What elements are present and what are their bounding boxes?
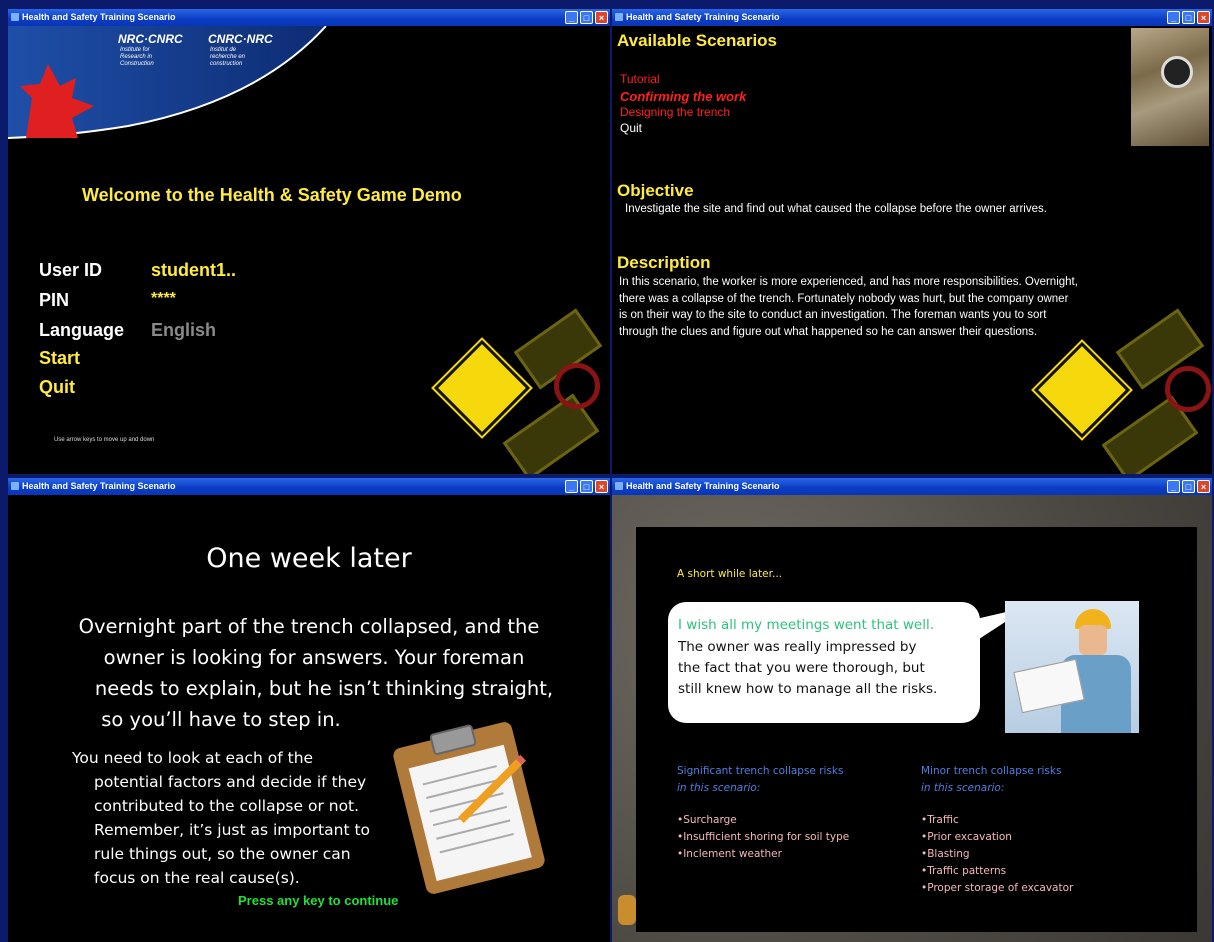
story-window: Health and Safety Training Scenario _ □ … — [8, 478, 610, 942]
start-button[interactable]: Start — [39, 348, 80, 369]
app-icon — [11, 13, 19, 21]
window-title: Health and Safety Training Scenario — [626, 12, 780, 22]
language-label: Language — [39, 320, 125, 340]
user-id-label: User ID — [39, 260, 103, 280]
story-title: One week later — [206, 543, 412, 574]
objective-text: Investigate the site and find out what c… — [625, 203, 1047, 215]
maximize-button[interactable]: □ — [1182, 480, 1195, 493]
objective-heading: Objective — [617, 181, 694, 200]
list-item: •Traffic patterns — [921, 865, 1007, 877]
list-item: •Insufficient shoring for soil type — [677, 831, 850, 843]
list-item: •Traffic — [921, 814, 959, 826]
story-instructions: You need to look at each of the potentia… — [72, 749, 371, 887]
men-at-work-sign-icon — [1033, 341, 1131, 439]
bubble-text: The owner was really impressed by the fa… — [678, 639, 938, 697]
result-intro: A short while later... — [677, 568, 783, 580]
worker-illustration — [1005, 601, 1139, 733]
scenario-item-designing[interactable]: Designing the trench — [620, 105, 730, 119]
story-paragraph: Overnight part of the trench collapsed, … — [78, 615, 554, 731]
minor-risks-heading: Minor trench collapse risks in this scen… — [921, 765, 1062, 794]
navigation-hint: Use arrow keys to move up and down — [54, 437, 155, 443]
close-button[interactable]: × — [595, 480, 608, 493]
login-screen: NRC·CNRC CNRC·NRC Institute for Research … — [8, 26, 610, 474]
no-entry-sign-icon — [1165, 366, 1211, 412]
close-button[interactable]: × — [1197, 480, 1210, 493]
story-screen: One week later Overnight part of the tre… — [8, 495, 610, 942]
description-text: In this scenario, the worker is more exp… — [619, 276, 1078, 338]
maximize-button[interactable]: □ — [580, 11, 593, 24]
list-item: •Prior excavation — [921, 831, 1012, 843]
app-icon — [615, 482, 623, 490]
scenario-item-tutorial[interactable]: Tutorial — [620, 72, 660, 86]
maximize-button[interactable]: □ — [580, 480, 593, 493]
result-screen: A short while later... I wish all my mee… — [612, 495, 1212, 942]
close-button[interactable]: × — [595, 11, 608, 24]
logo-text-fr: Institut de recherche en construction — [210, 47, 246, 67]
window-title: Health and Safety Training Scenario — [22, 481, 176, 491]
minimize-button[interactable]: _ — [1167, 480, 1180, 493]
logo-fr: CNRC·NRC — [208, 32, 273, 46]
no-entry-sign-icon — [554, 363, 600, 409]
list-item: •Surcharge — [677, 814, 737, 826]
continue-prompt[interactable]: Press any key to continue — [238, 893, 398, 908]
window-title: Health and Safety Training Scenario — [626, 481, 780, 491]
result-window: Health and Safety Training Scenario _ □ … — [612, 478, 1212, 942]
list-item: •Inclement weather — [677, 848, 782, 860]
description-heading: Description — [617, 253, 711, 272]
significant-risks-heading: Significant trench collapse risks in thi… — [677, 765, 844, 794]
minor-risks-list: •Traffic •Prior excavation •Blasting •Tr… — [921, 812, 1073, 897]
pin-label: PIN — [39, 290, 70, 310]
logo-text-en: Institute for Research in Construction — [120, 47, 154, 67]
login-window: Health and Safety Training Scenario _ □ … — [8, 9, 610, 474]
scenario-item-quit[interactable]: Quit — [620, 121, 642, 135]
title-bar: Health and Safety Training Scenario _ □ … — [612, 478, 1212, 495]
minimize-button[interactable]: _ — [565, 480, 578, 493]
trench-photo — [1131, 28, 1209, 146]
list-item: •Proper storage of excavator — [921, 882, 1074, 894]
logo-en: NRC·CNRC — [118, 32, 183, 46]
window-title: Health and Safety Training Scenario — [22, 12, 176, 22]
minimize-button[interactable]: _ — [565, 11, 578, 24]
significant-risks-list: •Surcharge •Insufficient shoring for soi… — [677, 812, 849, 863]
minimize-button[interactable]: _ — [1167, 11, 1180, 24]
title-bar: Health and Safety Training Scenario _ □ … — [8, 478, 610, 495]
bubble-quote: I wish all my meetings went that well. — [678, 617, 935, 633]
pin-input[interactable]: **** — [151, 290, 176, 308]
user-id-input[interactable]: student1.. — [151, 260, 236, 281]
close-button[interactable]: × — [1197, 11, 1210, 24]
quit-button[interactable]: Quit — [39, 377, 75, 398]
list-item: •Blasting — [921, 848, 970, 860]
title-bar: Health and Safety Training Scenario _ □ … — [612, 9, 1212, 26]
scenarios-heading: Available Scenarios — [617, 31, 778, 50]
welcome-title: Welcome to the Health & Safety Game Demo — [82, 185, 462, 205]
result-panel: A short while later... I wish all my mee… — [636, 527, 1197, 932]
scenario-window: Health and Safety Training Scenario _ □ … — [612, 9, 1212, 474]
title-bar: Health and Safety Training Scenario _ □ … — [8, 9, 610, 26]
construction-prop — [618, 895, 636, 925]
maximize-button[interactable]: □ — [1182, 11, 1195, 24]
app-icon — [11, 482, 19, 490]
app-icon — [615, 13, 623, 21]
scenario-item-confirming[interactable]: Confirming the work — [620, 89, 746, 104]
language-select[interactable]: English — [151, 320, 216, 341]
scenario-screen: Available Scenarios Tutorial Confirming … — [612, 26, 1212, 474]
